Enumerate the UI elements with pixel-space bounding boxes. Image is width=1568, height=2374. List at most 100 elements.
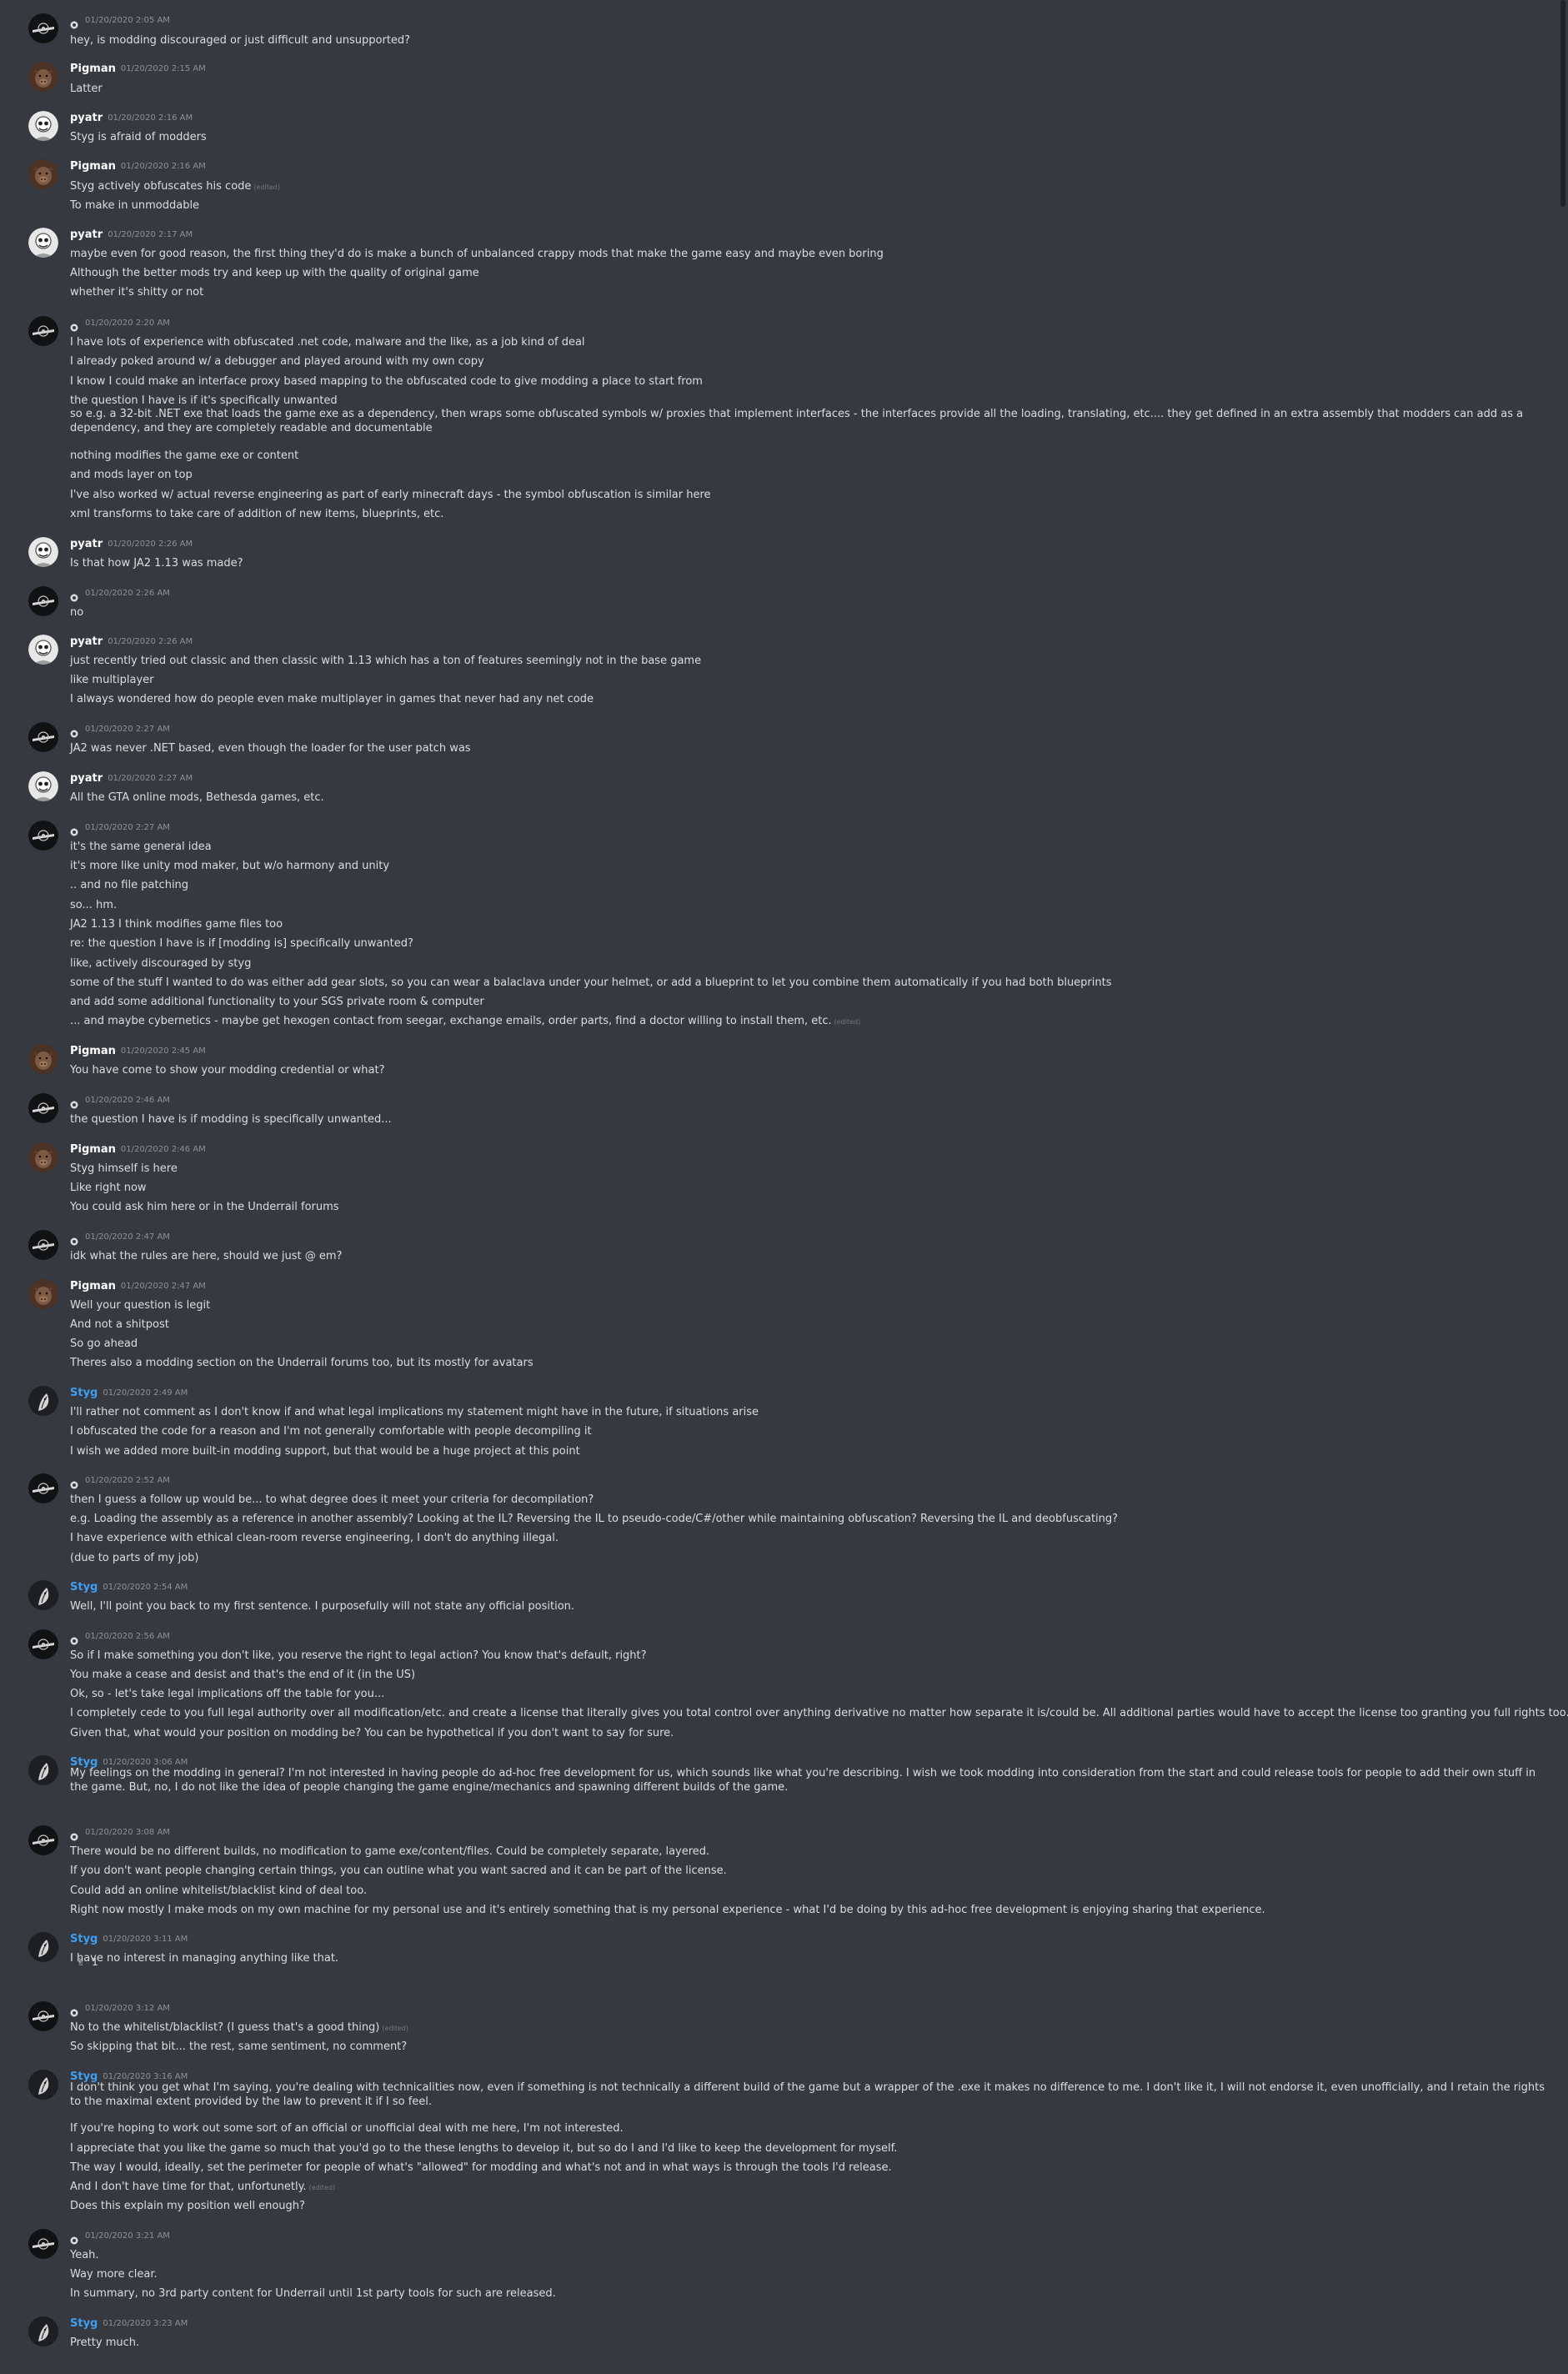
avatar[interactable]: [28, 771, 58, 801]
message-header: pyatr 01/20/2020 2:17 AM: [70, 226, 193, 241]
reaction-count: 1: [92, 1956, 98, 1968]
message-text: I know I could make an interface proxy b…: [70, 374, 1553, 389]
victory-hand-icon: ✌: [77, 1956, 86, 1968]
message-text: In summary, no 3rd party content for Und…: [70, 2286, 1553, 2301]
message-text: Like right now: [70, 1181, 1553, 1195]
message-line: like, actively discouraged by styg: [70, 957, 252, 970]
avatar[interactable]: [28, 159, 58, 189]
avatar[interactable]: [28, 722, 58, 752]
message-line: In summary, no 3rd party content for Und…: [70, 2287, 556, 2300]
message-line: You have come to show your modding crede…: [70, 1064, 385, 1077]
username[interactable]: pyatr: [70, 538, 103, 550]
message-line: You could ask him here or in the Underra…: [70, 1201, 339, 1213]
edited-label: (edited): [308, 2184, 336, 2191]
username[interactable]: Pigman: [70, 160, 116, 173]
message-text: Styg actively obfuscates his code (edited…: [70, 179, 1553, 194]
username[interactable]: Styg: [70, 1933, 98, 1945]
message-header: 01/20/2020 3:12 AM: [70, 2000, 170, 2016]
message-text: idk what the rules are here, should we j…: [70, 1249, 1553, 1263]
username[interactable]: pyatr: [70, 112, 103, 124]
avatar[interactable]: [28, 821, 58, 851]
username[interactable]: Styg: [70, 1387, 98, 1399]
timestamp: 01/20/2020 2:45 AM: [120, 1046, 206, 1056]
avatar[interactable]: [28, 1279, 58, 1309]
user-glyph-icon[interactable]: [70, 319, 78, 331]
user-glyph-icon[interactable]: [70, 17, 78, 28]
username[interactable]: Pigman: [70, 1143, 116, 1156]
user-glyph-icon[interactable]: [70, 1829, 78, 1840]
avatar[interactable]: [28, 635, 58, 665]
message-text: I always wondered how do people even mak…: [70, 692, 1553, 706]
message-header: Pigman 01/20/2020 2:46 AM: [70, 1141, 206, 1156]
avatar[interactable]: [28, 316, 58, 346]
avatar[interactable]: [28, 1580, 58, 1610]
timestamp: 01/20/2020 2:26 AM: [108, 540, 193, 549]
user-glyph-icon[interactable]: [70, 2232, 78, 2244]
message-text: So skipping that bit... the rest, same s…: [70, 2040, 1553, 2054]
username[interactable]: Pigman: [70, 1280, 116, 1292]
message-text: and mods layer on top: [70, 468, 1553, 482]
avatar[interactable]: [28, 1386, 58, 1416]
user-glyph-icon[interactable]: [70, 590, 78, 601]
username[interactable]: Styg: [70, 2317, 98, 2330]
message-header: Styg 01/20/2020 3:23 AM: [70, 2315, 188, 2330]
avatar[interactable]: [28, 2229, 58, 2259]
avatar[interactable]: [28, 2316, 58, 2346]
username[interactable]: pyatr: [70, 772, 103, 785]
message-text: Way more clear.: [70, 2267, 1553, 2281]
user-glyph-icon[interactable]: [70, 1477, 78, 1488]
username[interactable]: Pigman: [70, 1045, 116, 1057]
avatar[interactable]: [28, 1473, 58, 1503]
avatar[interactable]: [28, 1755, 58, 1785]
message-line: it's the same general idea: [70, 841, 212, 853]
message-text: I'll rather not comment as I don't know …: [70, 1405, 1553, 1419]
avatar[interactable]: [28, 1825, 58, 1855]
avatar[interactable]: [28, 2001, 58, 2031]
message-line: .. and no file patching: [70, 879, 189, 891]
message-text: ... and maybe cybernetics - maybe get he…: [70, 1014, 1553, 1029]
timestamp: 01/20/2020 2:05 AM: [85, 16, 170, 25]
message-text: Right now mostly I make mods on my own m…: [70, 1903, 1553, 1917]
message-line: And I don't have time for that, unfortun…: [70, 2181, 307, 2193]
message-text: it's more like unity mod maker, but w/o …: [70, 859, 1553, 873]
avatar[interactable]: [28, 537, 58, 567]
avatar[interactable]: [28, 586, 58, 616]
message-line: so... hm.: [70, 899, 118, 911]
user-glyph-icon[interactable]: [70, 1633, 78, 1644]
message-text: e.g. Loading the assembly as a reference…: [70, 1512, 1553, 1526]
avatar[interactable]: [28, 62, 58, 92]
message-line: hey, is modding discouraged or just diff…: [70, 34, 411, 47]
avatar[interactable]: [28, 1932, 58, 1962]
message-line: (due to parts of my job): [70, 1552, 199, 1564]
timestamp: 01/20/2020 2:49 AM: [103, 1388, 188, 1398]
avatar[interactable]: [28, 2070, 58, 2100]
message-header: pyatr 01/20/2020 2:16 AM: [70, 109, 193, 124]
reaction-button[interactable]: ✌ 1: [72, 1955, 103, 1970]
user-glyph-icon[interactable]: [70, 1233, 78, 1245]
user-glyph-icon[interactable]: [70, 824, 78, 836]
username[interactable]: pyatr: [70, 635, 103, 648]
message-line: no: [70, 606, 84, 619]
avatar[interactable]: [28, 228, 58, 258]
message-text: (due to parts of my job): [70, 1551, 1553, 1565]
message-header: Pigman 01/20/2020 2:45 AM: [70, 1042, 206, 1057]
message-text: You have come to show your modding crede…: [70, 1063, 1553, 1077]
username[interactable]: pyatr: [70, 228, 103, 241]
avatar[interactable]: [28, 1230, 58, 1260]
message-text: I already poked around w/ a debugger and…: [70, 354, 1553, 369]
user-glyph-icon[interactable]: [70, 725, 78, 737]
timestamp: 01/20/2020 3:08 AM: [85, 1828, 170, 1837]
avatar[interactable]: [28, 1093, 58, 1123]
avatar[interactable]: [28, 1142, 58, 1172]
avatar[interactable]: [28, 1629, 58, 1659]
message-text: Could add an online whitelist/blacklist …: [70, 1884, 1553, 1898]
avatar[interactable]: [28, 13, 58, 43]
username[interactable]: Styg: [70, 1581, 98, 1594]
user-glyph-icon[interactable]: [70, 1097, 78, 1108]
scrollbar-thumb[interactable]: [1560, 0, 1565, 207]
avatar[interactable]: [28, 1044, 58, 1074]
message-header: 01/20/2020 3:08 AM: [70, 1824, 170, 1840]
avatar[interactable]: [28, 111, 58, 141]
username[interactable]: Pigman: [70, 63, 116, 75]
user-glyph-icon[interactable]: [70, 2005, 78, 2016]
